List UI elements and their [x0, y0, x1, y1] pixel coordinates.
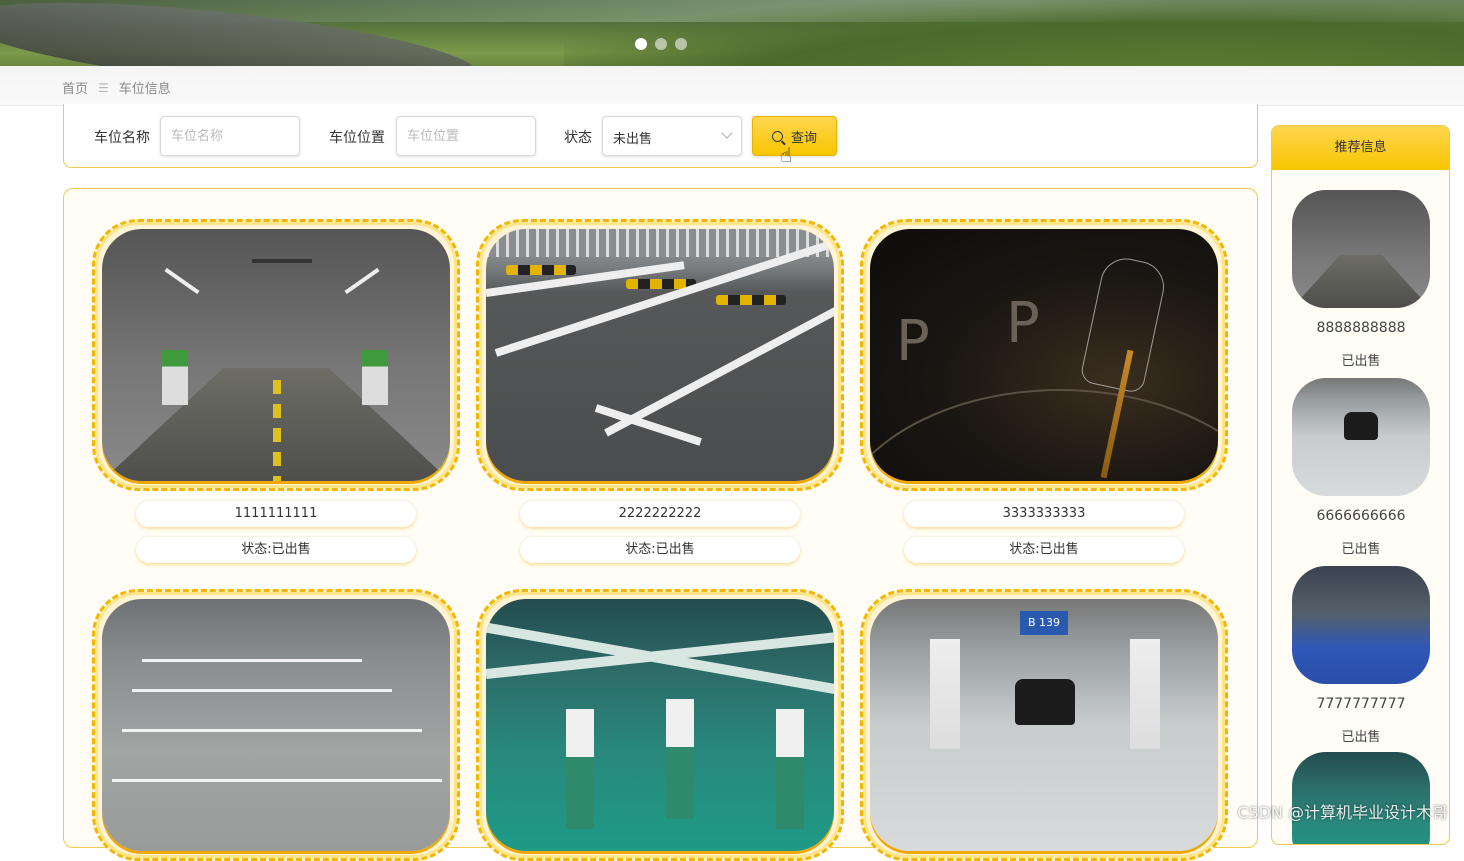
recommend-image[interactable] — [1292, 566, 1430, 684]
pillar-shape — [930, 639, 960, 749]
status-select-value: 未出售 — [613, 132, 652, 147]
spot-frame — [92, 219, 460, 491]
spot-card[interactable]: P P 3333333333 状态:已出售 — [860, 219, 1228, 563]
breadcrumb-current: 车位信息 — [119, 78, 171, 97]
recommend-item-status: 已出售 — [1292, 726, 1430, 745]
carousel-dot-2[interactable] — [655, 38, 667, 50]
p-letter: P — [896, 309, 930, 374]
breadcrumb-separator-icon: ☰ — [98, 81, 109, 95]
recommend-item-status: 已出售 — [1292, 350, 1430, 369]
sign-shape — [252, 259, 312, 263]
pillar-shape — [1130, 639, 1160, 749]
arc-shape — [870, 389, 1218, 481]
level-sign: B 139 — [1020, 611, 1068, 635]
fence-shape — [486, 229, 834, 257]
spot-frame — [92, 589, 460, 861]
carousel-dot-1[interactable] — [635, 38, 647, 50]
spot-status: 状态:已出售 — [904, 537, 1184, 563]
pillar-shape — [776, 709, 804, 829]
recommend-item[interactable]: 8888888888 已出售 — [1292, 190, 1430, 369]
spot-name: 3333333333 — [904, 501, 1184, 527]
query-button[interactable]: 查询 — [752, 116, 837, 156]
recommend-item-name: 8888888888 — [1292, 320, 1430, 336]
recommend-panel: 推荐信息 8888888888 已出售 6666666666 已出售 77777… — [1271, 125, 1450, 845]
recommend-image[interactable] — [1292, 378, 1430, 496]
spot-image[interactable]: B 139 — [870, 599, 1218, 851]
spot-image[interactable] — [102, 229, 450, 481]
status-select[interactable]: 未出售 — [602, 116, 742, 156]
spot-frame — [476, 219, 844, 491]
carousel-dots — [635, 38, 687, 50]
lot-line — [142, 659, 362, 662]
recommend-image[interactable] — [1292, 190, 1430, 308]
watermark: CSDN @计算机毕业设计木哥 — [1237, 799, 1448, 823]
wheel-stop — [716, 295, 786, 305]
banner-hill — [564, 0, 1464, 66]
search-panel: 车位名称 车位位置 状态 未出售 查询 — [63, 104, 1258, 168]
query-button-label: 查询 — [791, 127, 817, 146]
ceiling-light — [344, 268, 379, 294]
recommend-item[interactable]: 6666666666 已出售 — [1292, 378, 1430, 557]
pillar-shape — [666, 699, 694, 819]
location-input[interactable] — [396, 116, 536, 156]
status-label: 状态 — [564, 127, 592, 147]
floor-shape — [1292, 255, 1430, 308]
pillar-shape — [566, 709, 594, 829]
location-label: 车位位置 — [329, 127, 385, 147]
search-icon — [772, 131, 783, 142]
wheel-stop — [506, 265, 576, 275]
pillar-shape — [362, 350, 388, 405]
ceiling-light — [164, 268, 199, 294]
carousel-dot-3[interactable] — [675, 38, 687, 50]
recommend-title: 推荐信息 — [1272, 126, 1449, 170]
lot-line — [604, 298, 834, 437]
pillar-shape — [162, 350, 188, 405]
breadcrumb: 首页 ☰ 车位信息 — [62, 78, 171, 97]
lot-line — [112, 779, 442, 782]
spot-image[interactable] — [486, 229, 834, 481]
pointer-cursor-icon: ☝ — [780, 143, 792, 167]
lot-line — [122, 729, 422, 732]
spot-card[interactable]: 2222222222 状态:已出售 — [476, 219, 844, 563]
car-shape — [1344, 412, 1378, 440]
spot-frame: P P — [860, 219, 1228, 491]
spot-image[interactable] — [102, 599, 450, 851]
spot-name: 2222222222 — [520, 501, 800, 527]
banner-carousel — [0, 0, 1464, 66]
spot-frame: B 139 — [860, 589, 1228, 861]
spot-frame — [476, 589, 844, 861]
recommend-item-status: 已出售 — [1292, 538, 1430, 557]
recommend-item-name: 7777777777 — [1292, 696, 1430, 712]
car-shape — [1015, 679, 1075, 725]
spot-card[interactable] — [92, 589, 460, 861]
spot-image[interactable] — [486, 599, 834, 851]
lot-line — [132, 689, 392, 692]
p-letter: P — [1006, 291, 1040, 356]
spot-status: 状态:已出售 — [520, 537, 800, 563]
recommend-item-name: 6666666666 — [1292, 508, 1430, 524]
recommend-item[interactable]: 7777777777 已出售 — [1292, 566, 1430, 745]
chevron-down-icon — [721, 127, 732, 138]
spot-list: 1111111111 状态:已出售 2222222222 状态:已出售 P P — [63, 188, 1258, 848]
spot-card[interactable] — [476, 589, 844, 861]
spot-image[interactable]: P P — [870, 229, 1218, 481]
spot-card[interactable]: 1111111111 状态:已出售 — [92, 219, 460, 563]
breadcrumb-bar: 首页 ☰ 车位信息 — [0, 66, 1464, 106]
spot-name: 1111111111 — [136, 501, 416, 527]
breadcrumb-home-link[interactable]: 首页 — [62, 78, 88, 97]
spot-status: 状态:已出售 — [136, 537, 416, 563]
lane-line — [273, 380, 281, 481]
spot-card[interactable]: B 139 — [860, 589, 1228, 861]
name-label: 车位名称 — [94, 127, 150, 147]
name-input[interactable] — [160, 116, 300, 156]
